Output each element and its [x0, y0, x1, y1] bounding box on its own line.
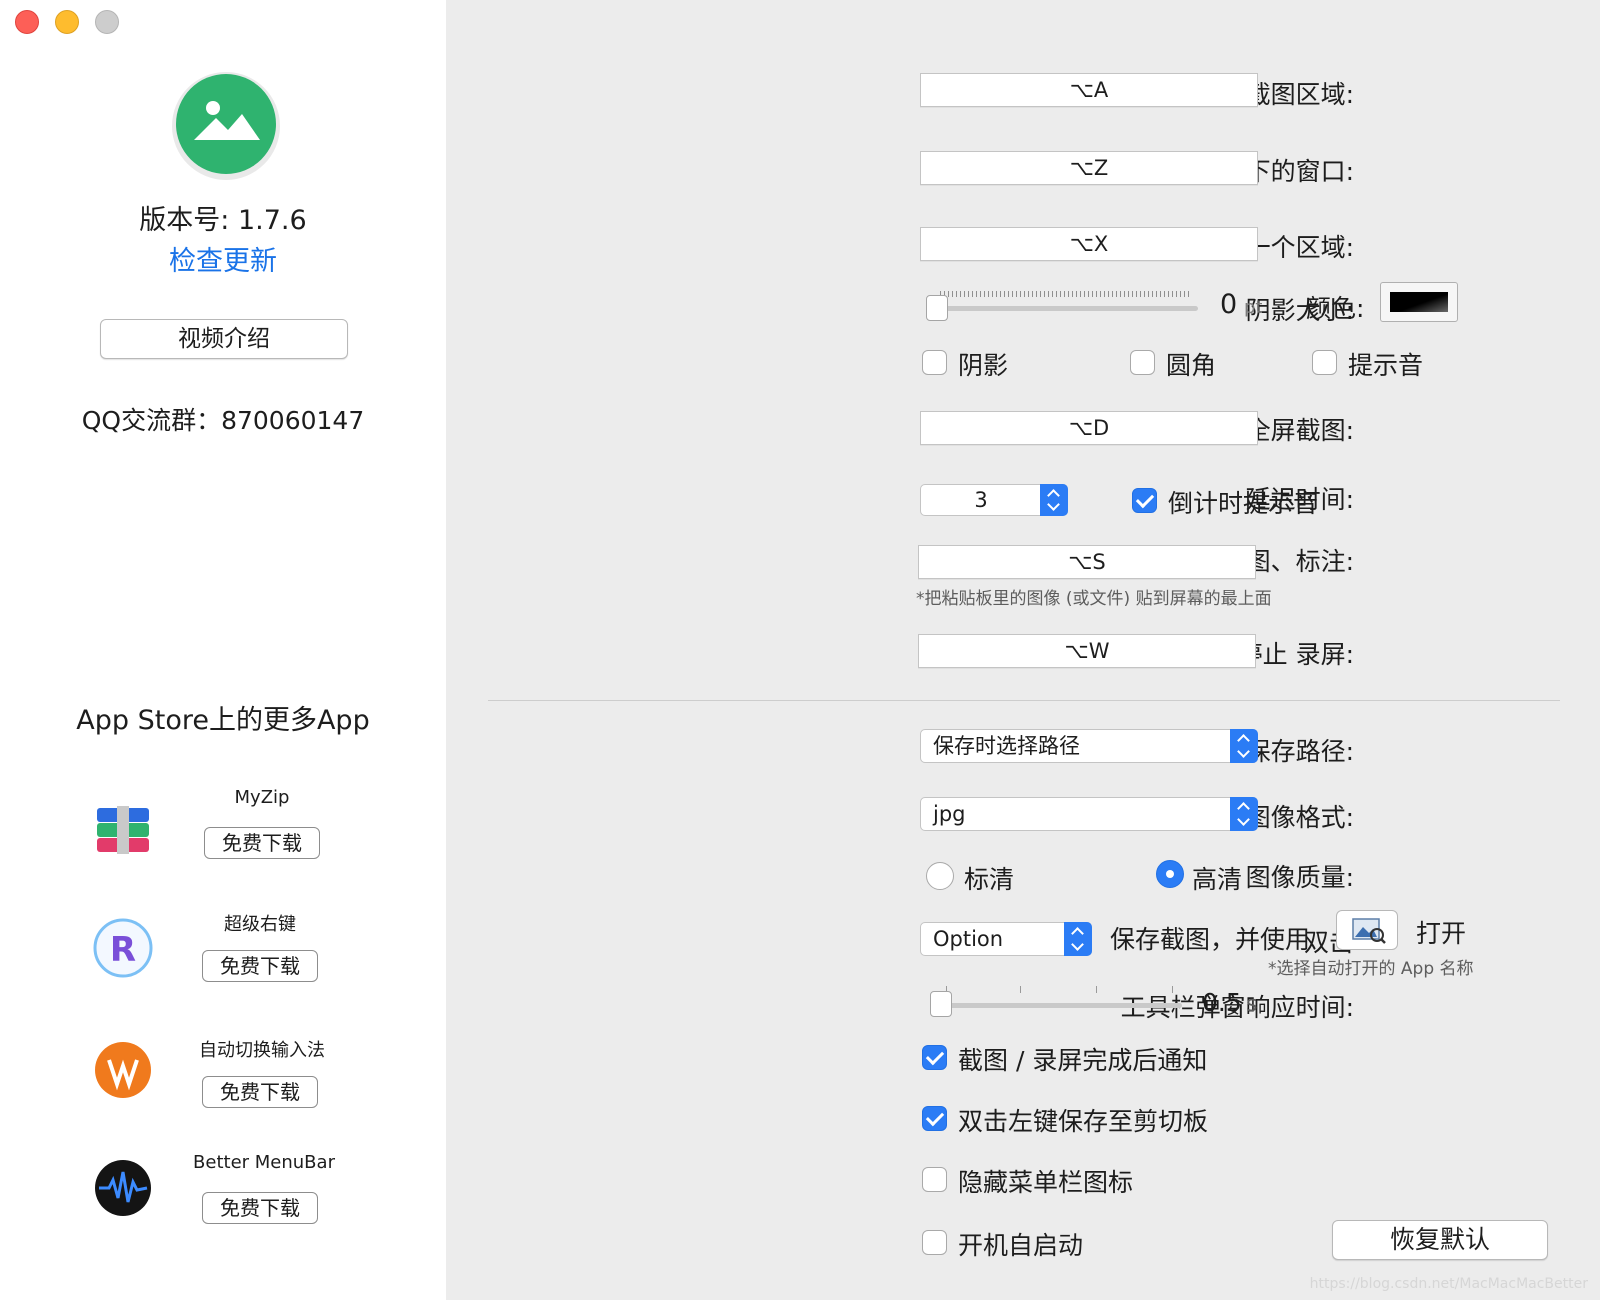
delay-time-stepper-arrows-icon[interactable] — [1040, 484, 1068, 516]
format-value: jpg — [933, 802, 966, 826]
pin-annotate-hint: *把粘贴板里的图像 (或文件) 贴到屏幕的最上面 — [916, 589, 1272, 609]
qq-group-label: QQ交流群：870060147 — [81, 406, 365, 435]
quality-hd-radio[interactable] — [1156, 860, 1184, 888]
video-intro-button[interactable]: 视频介绍 — [100, 319, 348, 359]
round-corner-checkbox[interactable] — [1130, 350, 1155, 375]
quality-hd-label: 高清 — [1192, 865, 1243, 894]
toolbar-delay-tick — [1096, 986, 1097, 993]
minimize-window-button[interactable] — [55, 10, 79, 34]
shadow-size-value: 0 — [1220, 289, 1238, 320]
restore-defaults-button[interactable]: 恢复默认 — [1332, 1220, 1548, 1260]
version-label: 版本号: 1.7.6 — [139, 205, 307, 236]
shadow-size-slider-track[interactable] — [930, 306, 1198, 311]
previous-area-shortcut-field[interactable]: ⌥X — [920, 227, 1258, 261]
select-area-shortcut-field[interactable]: ⌥A — [920, 73, 1258, 107]
format-popup[interactable]: jpg — [920, 797, 1258, 831]
app-name-auto-input-switch: 自动切换输入法 — [199, 1040, 325, 1061]
hide-menubar-icon-label: 隐藏菜单栏图标 — [958, 1168, 1134, 1197]
app-name-better-menubar: Better MenuBar — [193, 1152, 335, 1173]
zoom-window-button[interactable] — [95, 10, 119, 34]
better-menubar-app-icon[interactable] — [93, 1158, 153, 1218]
delay-time-stepper[interactable]: 3 — [920, 484, 1068, 516]
app-name-super-right-click: 超级右键 — [224, 914, 296, 935]
quality-sd-label: 标清 — [964, 865, 1015, 894]
shadow-size-unit: pt — [1244, 297, 1263, 318]
color-label: 颜色: — [1306, 294, 1365, 323]
launch-at-login-label: 开机自启动 — [958, 1231, 1084, 1260]
double-click-hint: *选择自动打开的 App 名称 — [1268, 959, 1474, 979]
about-sidebar: 版本号: 1.7.6 检查更新 视频介绍 QQ交流群：870060147 App… — [0, 0, 446, 1300]
myzip-app-icon[interactable] — [93, 800, 153, 860]
better-menubar-download-button[interactable]: 免费下载 — [202, 1192, 318, 1224]
preview-app-icon — [1352, 918, 1386, 944]
app-logo-icon — [172, 72, 280, 180]
settings-panel: 选择截图区域: ⌥A 截图光标下的窗口: ⌥Z 截图前一个区域: ⌥X 阴影大小… — [446, 0, 1600, 1300]
double-click-modifier-popup[interactable]: Option — [920, 922, 1092, 956]
hide-menubar-icon-checkbox[interactable] — [922, 1167, 947, 1192]
toolbar-delay-value: 0.5 — [1202, 988, 1242, 1017]
sound-checkbox-label: 提示音 — [1348, 351, 1424, 380]
choose-open-app-button[interactable] — [1336, 910, 1398, 950]
record-shortcut-field[interactable]: ⌥W — [918, 634, 1256, 668]
round-corner-checkbox-label: 圆角 — [1166, 351, 1217, 380]
auto-input-switch-download-button[interactable]: 免费下载 — [202, 1076, 318, 1108]
super-right-click-download-button[interactable]: 免费下载 — [202, 950, 318, 982]
pin-annotate-shortcut-field[interactable]: ⌥S — [918, 545, 1256, 579]
delay-time-value: 3 — [974, 488, 988, 512]
dblclick-clipboard-label: 双击左键保存至剪切板 — [958, 1107, 1209, 1136]
svg-text:R: R — [110, 930, 136, 970]
window-under-cursor-shortcut-field[interactable]: ⌥Z — [920, 151, 1258, 185]
shadow-checkbox-label: 阴影 — [958, 351, 1009, 380]
color-swatch — [1390, 292, 1448, 312]
check-update-link[interactable]: 检查更新 — [0, 239, 446, 278]
dblclick-clipboard-checkbox[interactable] — [922, 1106, 947, 1131]
double-click-modifier-value: Option — [933, 927, 1004, 951]
double-click-text: 保存截图，并使用 — [1110, 925, 1311, 954]
shadow-size-slider-knob[interactable] — [926, 295, 948, 321]
watermark: https://blog.csdn.net/MacMacMacBetter — [1309, 1276, 1588, 1292]
toolbar-delay-slider-knob[interactable] — [930, 991, 952, 1017]
notify-done-label: 截图 / 录屏完成后通知 — [958, 1046, 1208, 1075]
countdown-sound-checkbox-label: 倒计时提示音 — [1168, 489, 1319, 518]
quality-sd-radio[interactable] — [926, 862, 954, 890]
launch-at-login-checkbox[interactable] — [922, 1230, 947, 1255]
toolbar-delay-unit: s — [1246, 992, 1258, 1017]
app-name-myzip: MyZip — [234, 787, 290, 808]
more-apps-title: App Store上的更多App — [76, 705, 370, 736]
save-path-popup[interactable]: 保存时选择路径 — [920, 729, 1258, 763]
shadow-checkbox[interactable] — [922, 350, 947, 375]
format-label: 图像格式: — [1245, 803, 1354, 832]
save-path-value: 保存时选择路径 — [933, 734, 1080, 758]
myzip-download-button[interactable]: 免费下载 — [204, 827, 320, 859]
save-path-popup-arrows-icon[interactable] — [1230, 729, 1258, 763]
delayed-fullscreen-shortcut-field[interactable]: ⌥D — [920, 411, 1258, 445]
toolbar-delay-tick — [1172, 986, 1173, 993]
sound-checkbox[interactable] — [1312, 350, 1337, 375]
toolbar-delay-tick — [1020, 986, 1021, 993]
toolbar-delay-slider-track[interactable] — [934, 1003, 1182, 1008]
auto-input-switch-app-icon[interactable] — [93, 1040, 153, 1100]
close-window-button[interactable] — [15, 10, 39, 34]
color-well-button[interactable] — [1380, 282, 1458, 322]
format-popup-arrows-icon[interactable] — [1230, 797, 1258, 831]
double-click-open-label: 打开 — [1416, 919, 1467, 948]
shadow-size-ticks — [940, 291, 1190, 297]
super-right-click-app-icon[interactable]: R — [93, 918, 153, 978]
notify-done-checkbox[interactable] — [922, 1045, 947, 1070]
countdown-sound-checkbox[interactable] — [1132, 488, 1157, 513]
quality-label: 图像质量: — [1245, 863, 1354, 892]
double-click-modifier-arrows-icon[interactable] — [1064, 922, 1092, 956]
section-divider — [488, 700, 1560, 701]
